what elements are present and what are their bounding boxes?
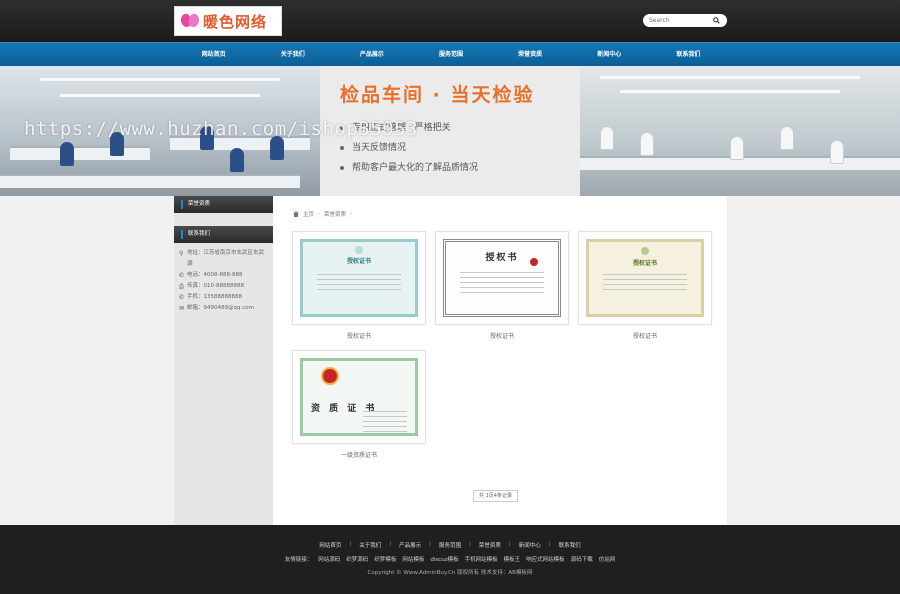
footer-link-services[interactable]: 服务范围 <box>439 541 461 549</box>
footer-link-products[interactable]: 产品展示 <box>399 541 421 549</box>
copyright-text: Copyright © Www.AdminBuy.Cn 版权所有 技术支持：AB… <box>367 570 533 576</box>
nav-item-products[interactable]: 产品展示 <box>332 43 411 67</box>
nav-item-contact[interactable]: 联系我们 <box>649 43 728 67</box>
footer-link-about[interactable]: 关于我们 <box>359 541 381 549</box>
search-icon[interactable] <box>711 16 721 26</box>
map-marker-icon: ⚲ <box>179 250 184 257</box>
mail-icon: ✉ <box>179 305 185 312</box>
nav-item-news[interactable]: 新闻中心 <box>570 43 649 67</box>
phone-icon: ✆ <box>179 272 185 279</box>
main-content: 主页 › 荣誉资质 › 授权证书 授权证书 授权书 授权证书 授权证书 授权证书… <box>273 196 727 525</box>
friend-links: 友情链接： 网站源码 织梦源码 织梦模板 网站模板 discuz模板 手机网站模… <box>0 555 900 563</box>
sidebar-heading-contact[interactable]: 联系我们 <box>174 226 273 243</box>
friend-link[interactable]: 手机网站模板 <box>465 555 498 563</box>
friend-link[interactable]: discuz模板 <box>430 555 458 563</box>
footer-link-home[interactable]: 网站首页 <box>319 541 341 549</box>
contact-info-list: ⚲ 地址：江苏省南京市玄武区玄武湖 ✆ 电话：4008-888-888 ⎙ 传真：01… <box>174 243 273 314</box>
certificate-caption[interactable]: 授权证书 <box>435 331 569 340</box>
certificate-image[interactable]: 授权证书 <box>292 231 426 325</box>
site-footer: 网站首页 | 关于我们 | 产品展示 | 服务范围 | 荣誉资质 | 新闻中心 | 联系我们… <box>0 525 900 594</box>
certificate-card: 授权证书 授权证书 <box>578 231 712 340</box>
banner-title: 检品车间 · 当天检验 <box>340 84 535 106</box>
friend-link[interactable]: 织梦模板 <box>374 555 396 563</box>
nav-item-about[interactable]: 关于我们 <box>253 43 332 67</box>
friend-links-label: 友情链接： <box>284 557 313 563</box>
certificate-caption[interactable]: 一级资质证书 <box>292 450 426 459</box>
contact-fax: ⎙ 传真：010-88888888 <box>179 283 244 290</box>
sidebar-heading-honors[interactable]: 荣誉资质 <box>174 196 273 213</box>
certificate-card: 授权证书 授权证书 <box>292 231 426 340</box>
watermark-text: https://www.huzhan.com/ishop35953 <box>24 118 418 140</box>
nav-item-honors[interactable]: 荣誉资质 <box>491 43 570 67</box>
home-icon <box>293 211 299 217</box>
friend-link[interactable]: 模板王 <box>504 555 521 563</box>
friend-link[interactable]: 仿站网 <box>599 555 616 563</box>
contact-mobile: ✆ 手机：13588888888 <box>179 294 242 301</box>
certificate-card: 资 质 证 书 一级资质证书 <box>292 350 426 459</box>
contact-email: ✉ 邮箱：9490489@qq.com <box>179 305 254 312</box>
breadcrumb: 主页 › 荣誉资质 › <box>293 210 352 218</box>
logo-text: 暖色网络 <box>203 12 268 31</box>
fax-icon: ⎙ <box>179 283 184 290</box>
nav-item-services[interactable]: 服务范围 <box>411 43 490 67</box>
footer-nav: 网站首页 | 关于我们 | 产品展示 | 服务范围 | 荣誉资质 | 新闻中心 | 联系我们 <box>319 541 581 549</box>
search-box <box>643 14 727 27</box>
site-logo[interactable]: 暖色网络 <box>174 6 282 36</box>
butterfly-logo-icon <box>179 11 203 31</box>
footer-link-news[interactable]: 新闻中心 <box>519 541 541 549</box>
friend-link[interactable]: 源码下载 <box>571 555 593 563</box>
main-nav: 网站首页 关于我们 产品展示 服务范围 荣誉资质 新闻中心 联系我们 <box>0 42 900 66</box>
breadcrumb-separator-icon: › <box>350 211 353 217</box>
breadcrumb-home[interactable]: 主页 <box>303 210 314 218</box>
site-header: 暖色网络 <box>0 0 900 42</box>
footer-link-honors[interactable]: 荣誉资质 <box>479 541 501 549</box>
mobile-icon: ✆ <box>179 294 185 301</box>
friend-link[interactable]: 织梦源码 <box>346 555 368 563</box>
certificate-caption[interactable]: 授权证书 <box>578 331 712 340</box>
certificate-image[interactable]: 授权书 <box>435 231 569 325</box>
friend-link[interactable]: 网站模板 <box>402 555 424 563</box>
certificate-image[interactable]: 资 质 证 书 <box>292 350 426 444</box>
breadcrumb-separator-icon: › <box>318 211 321 217</box>
contact-address: ⚲ 地址：江苏省南京市玄武区玄武湖 <box>179 250 265 267</box>
contact-phone: ✆ 电话：4008-888-888 <box>179 272 243 279</box>
nav-item-home[interactable]: 网站首页 <box>174 43 253 67</box>
friend-link[interactable]: 响应式网站模板 <box>526 555 565 563</box>
hero-banner: 检品车间 · 当天检验 专用正式管理 · 严格把关 当天反馈情况 帮助客户最大化… <box>0 66 900 196</box>
search-input[interactable] <box>649 17 711 24</box>
certificate-image[interactable]: 授权证书 <box>578 231 712 325</box>
pagination-info: 共 1页4条记录 <box>473 490 518 502</box>
friend-link[interactable]: 网站源码 <box>318 555 340 563</box>
sidebar: 荣誉资质 联系我们 ⚲ 地址：江苏省南京市玄武区玄武湖 ✆ 电话：4008-888-… <box>174 196 273 525</box>
certificate-caption[interactable]: 授权证书 <box>292 331 426 340</box>
banner-bullet: 当天反馈情况 <box>340 138 478 158</box>
banner-bullet: 帮助客户最大化的了解品质情况 <box>340 158 478 178</box>
breadcrumb-current[interactable]: 荣誉资质 <box>324 210 346 218</box>
certificate-card: 授权书 授权证书 <box>435 231 569 340</box>
footer-link-contact[interactable]: 联系我们 <box>559 541 581 549</box>
banner-workshop-photo-right <box>580 66 900 196</box>
